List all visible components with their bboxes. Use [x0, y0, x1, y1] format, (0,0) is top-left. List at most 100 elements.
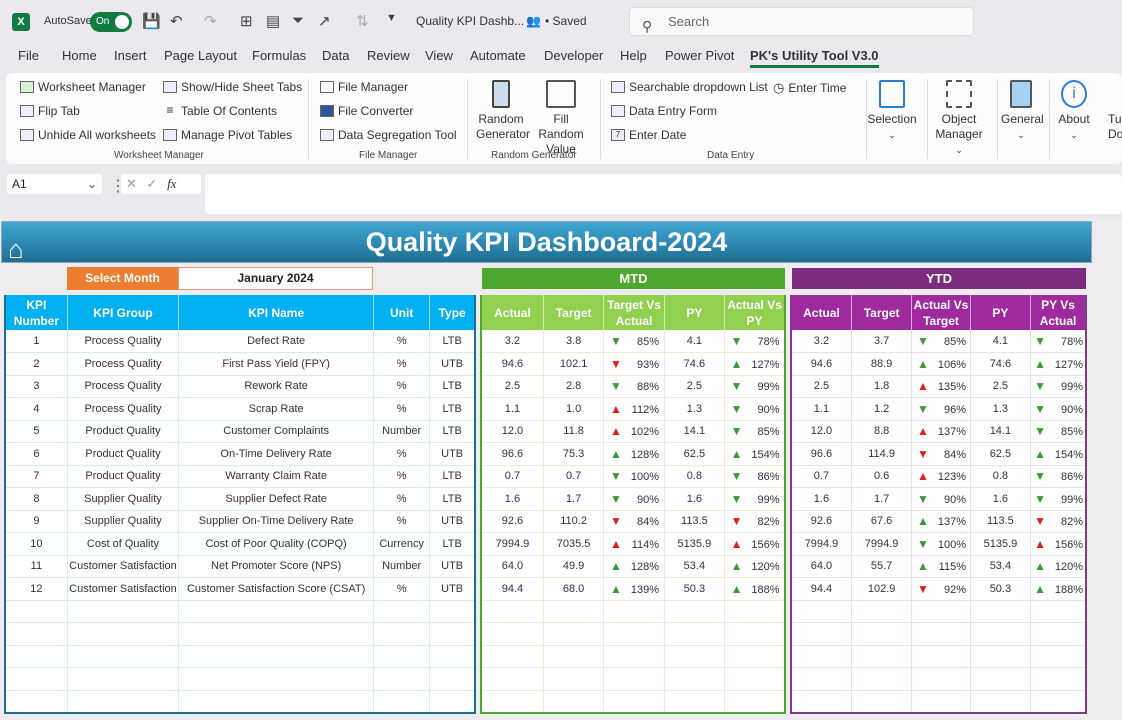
ytd-py[interactable]: 53.4 [970, 555, 1032, 578]
variance-cell[interactable]: ▼ 86% [724, 465, 786, 488]
kpi-group[interactable]: Supplier Quality [67, 510, 180, 533]
variance-cell[interactable]: ▼ 78% [724, 330, 786, 353]
ytd-target[interactable]: 114.9 [851, 442, 913, 466]
kpi-type[interactable]: UTB [429, 577, 476, 601]
empty-cell[interactable] [481, 622, 544, 646]
home-icon[interactable]: ⌂ [8, 229, 24, 269]
tab-automate[interactable]: Automate [470, 48, 526, 63]
ytd-py[interactable]: 74.6 [970, 352, 1032, 376]
ytd-py[interactable]: 50.3 [970, 577, 1032, 601]
empty-cell[interactable] [724, 600, 786, 623]
empty-cell[interactable] [911, 622, 971, 646]
empty-cell[interactable] [543, 622, 605, 646]
document-title[interactable]: Quality KPI Dashb... [416, 14, 524, 28]
empty-cell[interactable] [911, 690, 971, 713]
variance-cell[interactable]: ▼ 88% [603, 375, 665, 398]
kpi-type[interactable]: UTB [429, 352, 476, 376]
search-box[interactable]: ⚲ Search [629, 7, 974, 36]
kpi-name[interactable]: Supplier On-Time Delivery Rate [178, 510, 375, 533]
picture-icon[interactable]: ▤ [266, 12, 280, 30]
data-segregation-tool-button[interactable]: Data Segregation Tool [320, 128, 457, 142]
kpi-type[interactable]: LTB [429, 465, 476, 488]
kpi-unit[interactable]: % [373, 465, 431, 488]
ytd-actual[interactable]: 96.6 [791, 442, 852, 466]
empty-cell[interactable] [664, 667, 726, 691]
empty-cell[interactable] [970, 690, 1032, 713]
empty-cell[interactable] [543, 645, 605, 668]
empty-cell[interactable] [911, 645, 971, 668]
kpi-group[interactable]: Customer Satisfaction [67, 555, 180, 578]
empty-cell[interactable] [1030, 690, 1087, 713]
empty-cell[interactable] [724, 645, 786, 668]
variance-cell[interactable]: ▼ 90% [911, 487, 971, 511]
ytd-target[interactable]: 3.7 [851, 330, 913, 353]
mtd-py[interactable]: 62.5 [664, 442, 726, 466]
variance-cell[interactable]: ▲ 127% [1030, 352, 1087, 376]
tab-help[interactable]: Help [620, 48, 647, 63]
kpi-type[interactable]: LTB [429, 397, 476, 421]
ytd-actual[interactable]: 64.0 [791, 555, 852, 578]
variance-cell[interactable]: ▼ 96% [911, 397, 971, 421]
empty-cell[interactable] [603, 667, 665, 691]
variance-cell[interactable]: ▲ 154% [1030, 442, 1087, 466]
mtd-target[interactable]: 75.3 [543, 442, 605, 466]
object-manager-button[interactable]: Object Manager ⌄ [931, 80, 987, 158]
save-icon[interactable]: 💾 [142, 12, 161, 30]
tab-home[interactable]: Home [62, 48, 97, 63]
empty-cell[interactable] [178, 690, 375, 713]
ytd-py[interactable]: 14.1 [970, 420, 1032, 443]
empty-cell[interactable] [67, 600, 180, 623]
kpi-name[interactable]: Warranty Claim Rate [178, 465, 375, 488]
empty-cell[interactable] [67, 690, 180, 713]
kpi-number[interactable]: 9 [5, 510, 68, 533]
empty-cell[interactable] [543, 667, 605, 691]
variance-cell[interactable]: ▼ 100% [911, 532, 971, 556]
ytd-py[interactable]: 0.8 [970, 465, 1032, 488]
empty-cell[interactable] [373, 645, 431, 668]
variance-cell[interactable]: ▲ 102% [603, 420, 665, 443]
ytd-target[interactable]: 7994.9 [851, 532, 913, 556]
empty-cell[interactable] [724, 667, 786, 691]
fill-random-value-button[interactable]: Fill Random Value [529, 80, 593, 157]
kpi-number[interactable]: 7 [5, 465, 68, 488]
enter-date-button[interactable]: 7 Enter Date [611, 128, 686, 142]
tab-pks-utility-tool[interactable]: PK's Utility Tool V3.0 [750, 48, 879, 68]
empty-cell[interactable] [481, 690, 544, 713]
ytd-actual[interactable]: 94.6 [791, 352, 852, 376]
variance-cell[interactable]: ▼ 85% [911, 330, 971, 353]
tab-view[interactable]: View [425, 48, 453, 63]
mtd-actual[interactable]: 92.6 [481, 510, 544, 533]
searchable-dropdown-list-button[interactable]: Searchable dropdown List [611, 80, 768, 94]
ytd-py[interactable]: 1.6 [970, 487, 1032, 511]
kpi-unit[interactable]: Number [373, 555, 431, 578]
mtd-target[interactable]: 102.1 [543, 352, 605, 376]
tab-developer[interactable]: Developer [544, 48, 603, 63]
mtd-actual[interactable]: 2.5 [481, 375, 544, 398]
tab-data[interactable]: Data [322, 48, 349, 63]
variance-cell[interactable]: ▲ 112% [603, 397, 665, 421]
variance-cell[interactable]: ▲ 156% [1030, 532, 1087, 556]
saved-status[interactable]: • Saved [545, 14, 587, 28]
mtd-target[interactable]: 1.0 [543, 397, 605, 421]
mtd-actual[interactable]: 12.0 [481, 420, 544, 443]
empty-cell[interactable] [5, 622, 68, 646]
ytd-py[interactable]: 2.5 [970, 375, 1032, 398]
ytd-target[interactable]: 102.9 [851, 577, 913, 601]
empty-cell[interactable] [911, 667, 971, 691]
empty-cell[interactable] [791, 667, 852, 691]
kpi-number[interactable]: 6 [5, 442, 68, 466]
empty-cell[interactable] [664, 600, 726, 623]
variance-cell[interactable]: ▼ 82% [1030, 510, 1087, 533]
mtd-actual[interactable]: 7994.9 [481, 532, 544, 556]
kpi-type[interactable]: LTB [429, 375, 476, 398]
empty-cell[interactable] [970, 667, 1032, 691]
variance-cell[interactable]: ▼ 85% [603, 330, 665, 353]
empty-cell[interactable] [851, 645, 913, 668]
variance-cell[interactable]: ▲ 123% [911, 465, 971, 488]
empty-cell[interactable] [970, 622, 1032, 646]
empty-cell[interactable] [791, 690, 852, 713]
about-button[interactable]: i About ⌄ [1054, 80, 1094, 143]
table-of-contents-button[interactable]: ≡ Table Of Contents [163, 104, 277, 118]
kpi-number[interactable]: 3 [5, 375, 68, 398]
variance-cell[interactable]: ▼ 84% [911, 442, 971, 466]
